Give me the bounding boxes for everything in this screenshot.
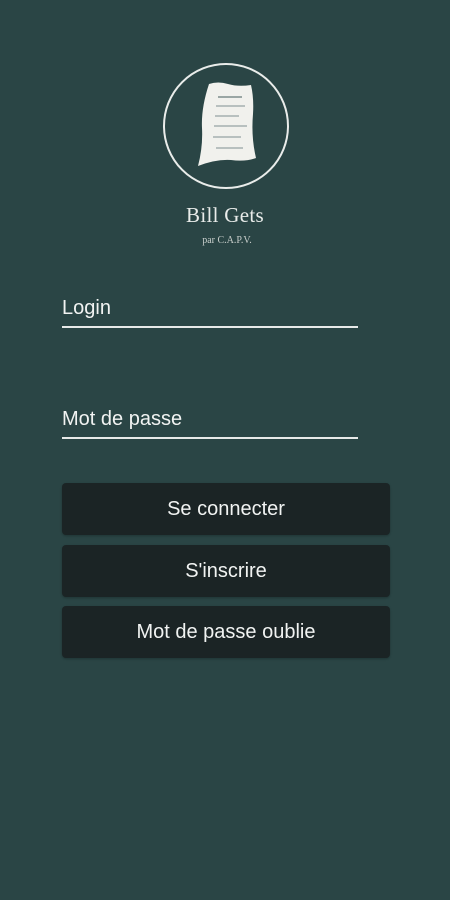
app-subtitle: par C.A.P.V. xyxy=(202,235,252,246)
app-title: Bill Gets xyxy=(186,203,264,227)
login-input[interactable] xyxy=(62,297,358,320)
receipt-icon xyxy=(198,82,256,166)
password-field[interactable] xyxy=(62,397,358,439)
login-field[interactable] xyxy=(62,286,358,328)
password-input[interactable] xyxy=(62,408,358,431)
forgot-password-button[interactable]: Mot de passe oublie xyxy=(62,606,390,658)
connect-button[interactable]: Se connecter xyxy=(62,483,390,535)
signup-button[interactable]: S'inscrire xyxy=(62,545,390,597)
app-logo xyxy=(163,63,289,189)
